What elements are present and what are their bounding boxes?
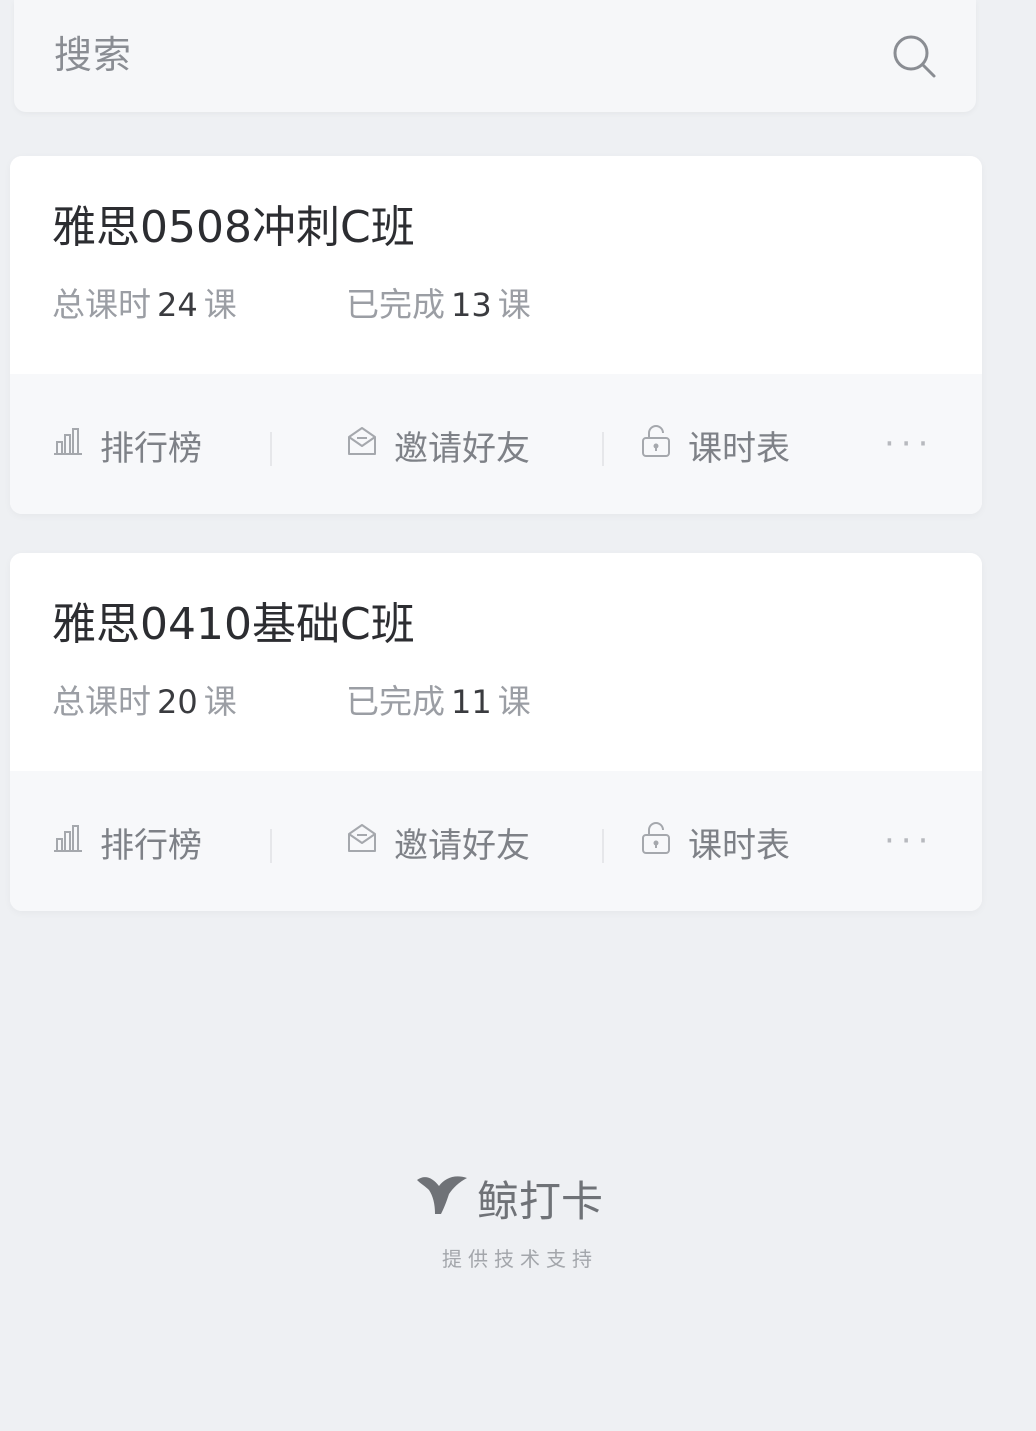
divider — [270, 829, 272, 863]
class-card-header[interactable]: 雅思0508冲刺C班 总课时 24 课已完成 13 课 — [10, 156, 982, 374]
completed-lessons-label: 已完成 — [346, 682, 445, 721]
invite-friends-label: 邀请好友 — [394, 825, 530, 866]
whale-tail-icon — [415, 1170, 477, 1228]
powered-by-text: 提供技术支持 — [442, 1247, 598, 1271]
completed-lessons: 已完成 11 课 — [346, 679, 531, 725]
envelope-icon — [346, 822, 394, 863]
total-lessons: 总课时 20 课 — [52, 679, 346, 725]
total-lessons-unit: 课 — [203, 682, 237, 721]
more-options-button[interactable]: ··· — [884, 424, 934, 464]
class-actions: 排行榜 邀请好友 课时表 ··· — [10, 374, 982, 514]
completed-lessons-count: 13 — [451, 286, 492, 324]
invite-friends-button[interactable]: 邀请好友 — [346, 422, 530, 469]
class-stats: 总课时 24 课已完成 13 课 — [52, 282, 531, 328]
divider — [270, 432, 272, 466]
completed-lessons-unit: 课 — [497, 682, 531, 721]
search-bar[interactable]: 搜索 — [14, 0, 976, 112]
divider — [602, 829, 604, 863]
leaderboard-label: 排行榜 — [100, 825, 202, 866]
schedule-label: 课时表 — [688, 428, 790, 469]
total-lessons-count: 24 — [157, 286, 198, 324]
envelope-icon — [346, 425, 394, 466]
completed-lessons-unit: 课 — [497, 285, 531, 324]
class-card[interactable]: 雅思0410基础C班 总课时 20 课已完成 11 课 排行榜 邀请好友 课时表… — [10, 553, 982, 911]
bar-chart-icon — [52, 822, 100, 862]
bar-chart-icon — [52, 425, 100, 465]
lock-icon — [640, 424, 688, 467]
brand-logo: 鲸打卡 — [415, 1168, 603, 1229]
completed-lessons: 已完成 13 课 — [346, 282, 531, 328]
class-card-header[interactable]: 雅思0410基础C班 总课时 20 课已完成 11 课 — [10, 553, 982, 771]
total-lessons-unit: 课 — [203, 285, 237, 324]
leaderboard-button[interactable]: 排行榜 — [52, 819, 202, 866]
total-lessons-label: 总课时 — [52, 682, 151, 721]
class-card[interactable]: 雅思0508冲刺C班 总课时 24 课已完成 13 课 排行榜 邀请好友 课时表… — [10, 156, 982, 514]
schedule-label: 课时表 — [688, 825, 790, 866]
class-actions: 排行榜 邀请好友 课时表 ··· — [10, 771, 982, 911]
lock-icon — [640, 821, 688, 864]
class-title: 雅思0410基础C班 — [52, 599, 415, 650]
leaderboard-label: 排行榜 — [100, 428, 202, 469]
total-lessons-count: 20 — [157, 683, 198, 721]
search-icon[interactable] — [890, 32, 940, 82]
footer: 鲸打卡 提供技术支持 — [0, 1168, 1036, 1272]
schedule-button[interactable]: 课时表 — [640, 422, 790, 469]
class-title: 雅思0508冲刺C班 — [52, 202, 415, 253]
more-options-button[interactable]: ··· — [884, 821, 934, 861]
schedule-button[interactable]: 课时表 — [640, 819, 790, 866]
total-lessons-label: 总课时 — [52, 285, 151, 324]
leaderboard-button[interactable]: 排行榜 — [52, 422, 202, 469]
completed-lessons-label: 已完成 — [346, 285, 445, 324]
total-lessons: 总课时 24 课 — [52, 282, 346, 328]
class-stats: 总课时 20 课已完成 11 课 — [52, 679, 531, 725]
completed-lessons-count: 11 — [451, 683, 492, 721]
invite-friends-label: 邀请好友 — [394, 428, 530, 469]
search-placeholder: 搜索 — [54, 33, 133, 77]
brand-name: 鲸打卡 — [476, 1177, 603, 1226]
divider — [602, 432, 604, 466]
invite-friends-button[interactable]: 邀请好友 — [346, 819, 530, 866]
